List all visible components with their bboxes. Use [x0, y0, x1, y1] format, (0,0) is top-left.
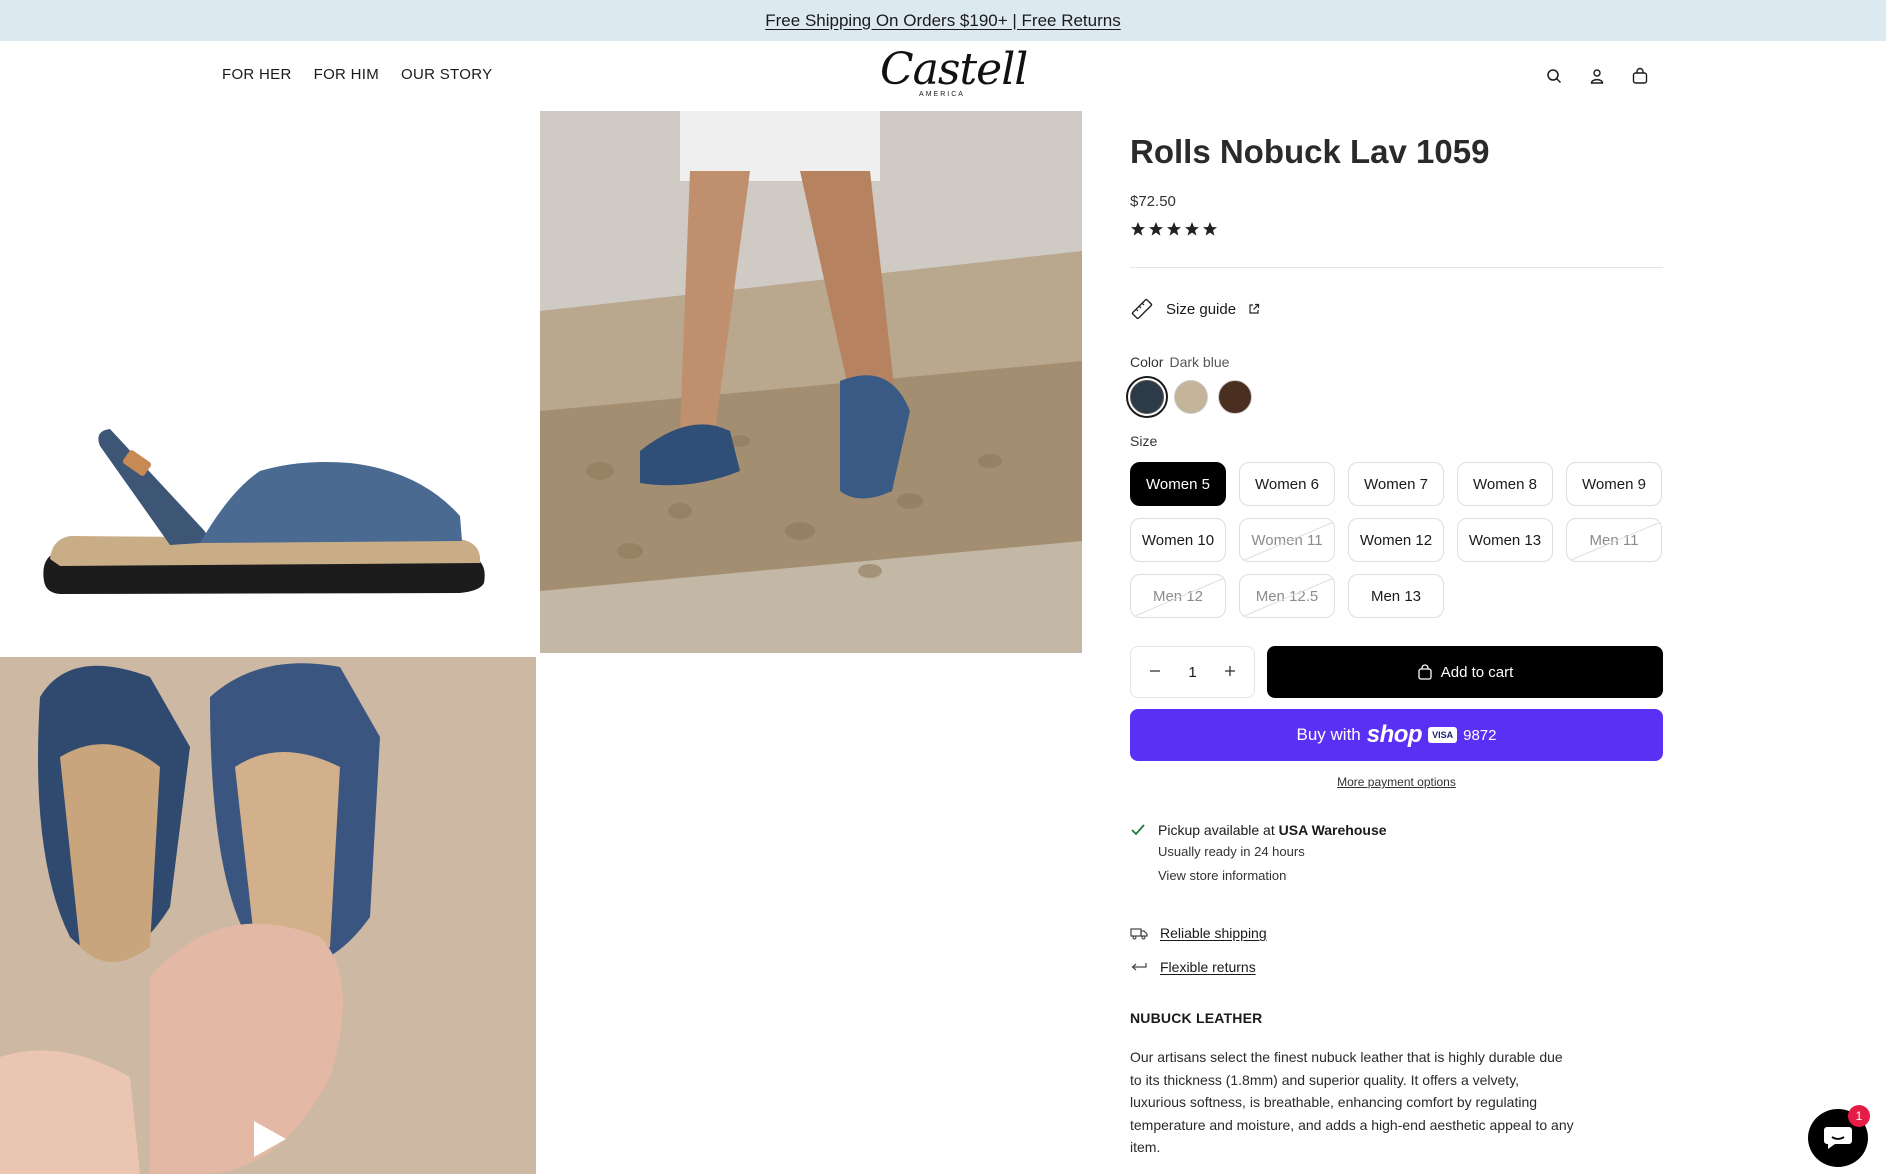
material-heading: NUBUCK LEATHER [1130, 1010, 1263, 1026]
ruler-icon [1131, 298, 1153, 320]
swatch-brown[interactable] [1218, 380, 1252, 414]
pickup-location: USA Warehouse [1278, 822, 1387, 838]
size-option[interactable]: Women 13 [1457, 518, 1553, 562]
size-option[interactable]: Women 8 [1457, 462, 1553, 506]
divider [1130, 267, 1663, 268]
play-icon[interactable] [246, 1117, 290, 1161]
pickup-ready-time: Usually ready in 24 hours [1158, 844, 1305, 859]
size-option[interactable]: Men 12.5 [1239, 574, 1335, 618]
color-value: Dark blue [1169, 354, 1230, 370]
announcement-link[interactable]: Free Shipping On Orders $190+ | Free Ret… [765, 11, 1120, 31]
plus-icon[interactable] [1224, 664, 1236, 681]
size-option[interactable]: Men 13 [1348, 574, 1444, 618]
site-header: FOR HER FOR HIM OUR STORY Castell AMERIC… [0, 41, 1886, 111]
size-option[interactable]: Men 11 [1566, 518, 1662, 562]
star-icon [1131, 222, 1145, 236]
check-icon [1131, 824, 1145, 836]
bag-icon [1418, 664, 1432, 680]
color-label: Color [1130, 354, 1164, 370]
chat-badge: 1 [1848, 1105, 1870, 1127]
size-option[interactable]: Women 11 [1239, 518, 1335, 562]
main-nav: FOR HER FOR HIM OUR STORY [222, 66, 492, 83]
announcement-bar: Free Shipping On Orders $190+ | Free Ret… [0, 0, 1886, 41]
feature-returns: Flexible returns [1130, 959, 1256, 975]
cart-icon[interactable] [1629, 65, 1651, 87]
return-icon [1131, 963, 1147, 971]
view-store-link[interactable]: View store information [1158, 868, 1387, 883]
shop-pay-logo: shop [1366, 721, 1423, 748]
product-price: $72.50 [1130, 193, 1176, 210]
color-swatches [1126, 376, 1252, 418]
visa-badge: VISA [1428, 727, 1458, 743]
pickup-prefix: Pickup available at [1158, 822, 1275, 838]
product-image-side[interactable] [0, 111, 536, 653]
size-option[interactable]: Women 6 [1239, 462, 1335, 506]
size-option[interactable]: Men 12 [1130, 574, 1226, 618]
chat-button[interactable]: 1 [1808, 1105, 1870, 1167]
size-option[interactable]: Women 12 [1348, 518, 1444, 562]
logo-text: Castell [880, 44, 1028, 95]
swatch-beige[interactable] [1174, 380, 1208, 414]
nav-for-her[interactable]: FOR HER [222, 66, 292, 83]
size-option[interactable]: Women 9 [1566, 462, 1662, 506]
flexible-returns-link[interactable]: Flexible returns [1160, 959, 1256, 975]
nav-for-him[interactable]: FOR HIM [314, 66, 379, 83]
rating-stars[interactable] [1130, 221, 1218, 237]
size-option[interactable]: Women 7 [1348, 462, 1444, 506]
product-image-lifestyle[interactable] [540, 111, 1082, 653]
minus-icon[interactable] [1149, 664, 1161, 681]
product-video-thumbnail[interactable] [0, 657, 536, 1174]
reliable-shipping-link[interactable]: Reliable shipping [1160, 925, 1267, 941]
size-option[interactable]: Women 5 [1130, 462, 1226, 506]
chat-icon [1824, 1127, 1852, 1149]
truck-icon [1130, 928, 1148, 940]
product-title: Rolls Nobuck Lav 1059 [1130, 133, 1490, 170]
size-guide-label: Size guide [1166, 300, 1237, 318]
shop-pay-prefix: Buy with [1296, 725, 1361, 744]
logo[interactable]: Castell AMERICA [880, 44, 1028, 103]
pickup-availability: Pickup available at USA Warehouse Usuall… [1130, 822, 1387, 883]
swatch-dark-blue[interactable] [1126, 376, 1168, 418]
star-icon [1149, 222, 1163, 236]
size-guide-link[interactable]: Size guide [1130, 297, 1260, 321]
quantity-stepper[interactable]: 1 [1130, 646, 1255, 698]
size-options: Women 5 Women 6 Women 7 Women 8 Women 9 Women… [1130, 462, 1663, 618]
feature-shipping: Reliable shipping [1130, 925, 1267, 941]
add-to-cart-button[interactable]: Add to cart [1267, 646, 1663, 698]
external-link-icon [1249, 303, 1260, 314]
shop-pay-button[interactable]: Buy with shop VISA 9872 [1130, 709, 1663, 761]
header-icons [1543, 65, 1651, 87]
nav-our-story[interactable]: OUR STORY [401, 66, 492, 83]
color-label-row: Color Dark blue [1130, 354, 1229, 370]
quantity-value[interactable]: 1 [1188, 664, 1196, 681]
add-to-cart-label: Add to cart [1440, 663, 1514, 681]
account-icon[interactable] [1586, 65, 1608, 87]
star-icon [1167, 222, 1181, 236]
star-icon [1185, 222, 1199, 236]
size-label: Size [1130, 433, 1158, 449]
card-digits: 9872 [1463, 726, 1497, 744]
size-option[interactable]: Women 10 [1130, 518, 1226, 562]
search-icon[interactable] [1543, 65, 1565, 87]
star-icon [1203, 222, 1217, 236]
product-description: Our artisans select the finest nubuck le… [1130, 1049, 1574, 1155]
more-payment-options-link[interactable]: More payment options [1130, 775, 1663, 789]
